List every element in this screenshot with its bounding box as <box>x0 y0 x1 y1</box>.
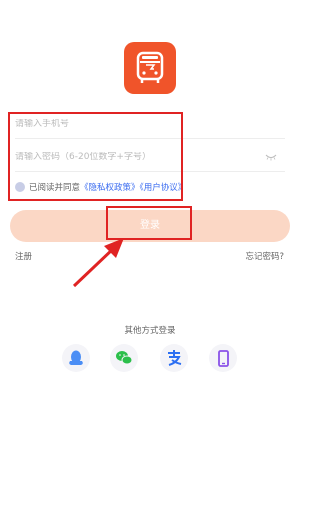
alipay-icon <box>168 350 182 366</box>
eye-closed-icon[interactable] <box>265 153 277 161</box>
app-logo <box>124 42 176 94</box>
qq-icon <box>69 350 83 365</box>
alipay-login-button[interactable] <box>160 344 188 372</box>
annotation-highlight-inputs <box>8 112 183 201</box>
wechat-login-button[interactable] <box>110 344 138 372</box>
register-link[interactable]: 注册 <box>15 250 32 262</box>
qq-login-button[interactable] <box>62 344 90 372</box>
phone-icon <box>218 350 229 367</box>
annotation-arrow <box>72 238 124 288</box>
wechat-icon <box>116 351 133 365</box>
forgot-password-link[interactable]: 忘记密码? <box>245 250 284 262</box>
other-login-title: 其他方式登录 <box>124 326 176 336</box>
phone-login-button[interactable] <box>209 344 237 372</box>
bus-icon <box>136 51 164 83</box>
